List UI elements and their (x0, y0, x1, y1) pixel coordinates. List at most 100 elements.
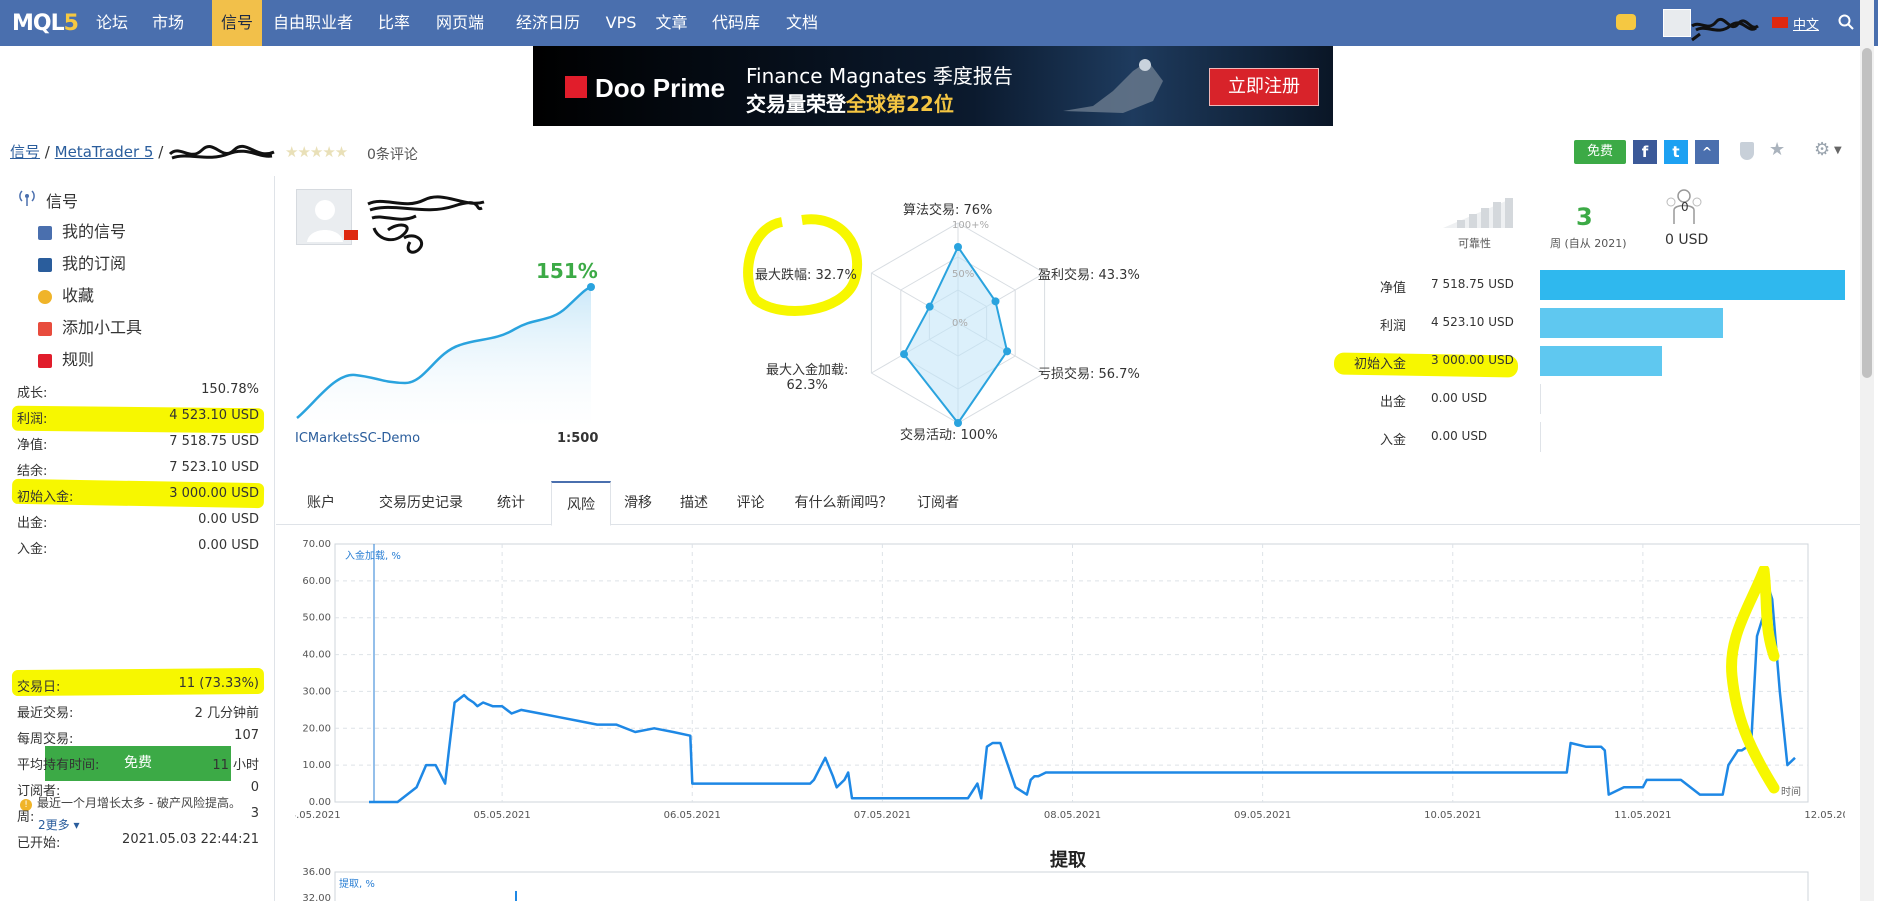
tab-4[interactable]: 滑移 (613, 481, 663, 525)
sidebar: 信号 我的信号我的订阅收藏添加小工具规则 成长: 150.78% 利润: 4 523.… (0, 176, 275, 901)
nav-item-3[interactable]: 自由职业者 (263, 0, 363, 46)
free-badge[interactable]: 免费 (1574, 140, 1626, 164)
sidebar-item-2[interactable]: 收藏 (38, 282, 94, 306)
stat-row: 利润: 4 523.10 USD (17, 406, 259, 427)
sidebar-item-3[interactable]: 添加小工具 (38, 314, 142, 338)
radar-ring-0: 0% (952, 318, 968, 329)
risk-chart-xtick: 07.05.2021 (854, 810, 911, 821)
runner-figure-icon (1063, 59, 1163, 113)
nav-item-9[interactable]: 代码库 (705, 0, 767, 46)
shield-icon[interactable] (1740, 142, 1754, 160)
tab-5[interactable]: 描述 (669, 481, 719, 525)
risk-chart-legend: 入金加载, % (345, 549, 401, 562)
mql5-logo[interactable]: MQL5 (12, 11, 79, 36)
nav-item-7[interactable]: VPS (601, 0, 641, 46)
weeks-label: 周 (自从 2021) (1550, 237, 1627, 250)
breadcrumb: 信号 / MetaTrader 5 / (10, 141, 278, 164)
stat-value: 0.00 USD (198, 512, 259, 527)
balance-key: 利润 (1379, 319, 1406, 334)
nav-item-8[interactable]: 文章 (649, 0, 694, 46)
banner-register-button[interactable]: 立即注册 (1209, 68, 1319, 106)
stat-value: 0 (250, 780, 259, 795)
sidebar-item-1[interactable]: 我的订阅 (38, 250, 126, 274)
reviews-count[interactable]: 0条评论 (367, 144, 418, 164)
nav-item-5[interactable]: 网页端 (425, 0, 495, 46)
stat-value: 11 小时 (212, 758, 259, 773)
stat-key: 初始入金: (17, 490, 74, 505)
rating-stars[interactable]: ★★★★★ (285, 143, 348, 161)
reliability-bars-icon (1443, 198, 1513, 228)
signal-antenna-icon (19, 190, 35, 206)
tab-2[interactable]: 统计 (486, 481, 536, 525)
risk-chart-xtick: 04.05.2021 (295, 810, 341, 821)
risk-chart-ytick: 50.00 (302, 613, 331, 624)
broker-server-link[interactable]: ICMarketsSC-Demo (295, 431, 420, 446)
twitter-icon[interactable]: t (1664, 140, 1688, 164)
search-icon[interactable] (1838, 14, 1854, 30)
stat-row: 订阅者: 0 (17, 778, 259, 799)
breadcrumb-mt5[interactable]: MetaTrader 5 (55, 143, 154, 161)
balance-value: 0.00 USD (1431, 391, 1488, 405)
risk-chart-xtick: 11.05.2021 (1614, 810, 1671, 821)
stat-key: 利润: (17, 412, 48, 427)
sidebar-item-0[interactable]: 我的信号 (38, 218, 126, 242)
chevron-down-icon[interactable]: ▼ (1834, 145, 1842, 156)
sidebar-item-label: 添加小工具 (62, 318, 143, 337)
notifications-icon[interactable] (1616, 14, 1636, 30)
stat-row: 结余: 7 523.10 USD (17, 458, 259, 479)
risk-chart-ytick: 0.00 (309, 797, 331, 808)
nav-item-0[interactable]: 论坛 (92, 0, 132, 46)
favorite-star-icon[interactable]: ★ (1769, 139, 1785, 160)
stat-row: 交易日: 11 (73.33%) (17, 674, 259, 695)
subscribers-count: 0 (1681, 200, 1689, 214)
stat-row: 最近交易: 2 几分钟前 (17, 700, 259, 721)
nav-item-10[interactable]: 文档 (780, 0, 824, 46)
balance-value: 7 518.75 USD (1431, 277, 1514, 291)
drawdown-chart: 36.00 32.00 提取, % (302, 867, 1809, 901)
drawdown-chart-legend: 提取, % (339, 878, 375, 890)
tab-6[interactable]: 评论 (723, 481, 778, 525)
stat-key: 入金: (17, 542, 48, 557)
stat-value: 2021.05.03 22:44:21 (122, 832, 259, 847)
stat-row: 成长: 150.78% (17, 380, 259, 401)
radar-point (1003, 347, 1012, 356)
radar-point (900, 350, 909, 359)
tab-3[interactable]: 风险 (551, 481, 611, 526)
nav-item-6[interactable]: 经济日历 (508, 0, 588, 46)
balance-bar (1540, 384, 1541, 414)
graduation-cap-icon[interactable]: ^ (1695, 140, 1719, 164)
tab-0[interactable]: 账户 (296, 481, 346, 525)
tab-8[interactable]: 订阅者 (908, 481, 968, 525)
balance-key: 净值 (1379, 281, 1406, 296)
page-scrollbar-thumb[interactable] (1862, 48, 1872, 378)
tab-1[interactable]: 交易历史记录 (366, 481, 476, 525)
sidebar-item-label: 我的信号 (62, 222, 127, 241)
bookmark-icon (38, 353, 52, 368)
breadcrumb-signals[interactable]: 信号 (10, 143, 40, 161)
sidebar-item-4[interactable]: 规则 (38, 346, 94, 370)
user-avatar[interactable] (1663, 9, 1691, 37)
ad-banner[interactable]: Doo Prime Finance Magnates 季度报告 交易量荣登全球第… (533, 46, 1333, 126)
stat-key: 已开始: (17, 836, 61, 851)
nav-item-4[interactable]: 比率 (374, 0, 414, 46)
radar-point (925, 302, 934, 311)
radar-label-profit: 盈利交易: 43.3% (1038, 268, 1140, 283)
nav-item-2[interactable]: 信号 (212, 0, 262, 46)
stat-row: 入金: 0.00 USD (17, 536, 259, 557)
radar-label-drawdown: 最大跌幅: 32.7% (755, 268, 857, 283)
stat-row: 初始入金: 3 000.00 USD (17, 484, 259, 505)
stat-row: 平均持有时间: 11 小时 (17, 752, 259, 773)
balance-key: 出金 (1379, 395, 1406, 410)
risk-radar-chart: 100+% 50% 0% (870, 220, 1046, 427)
tab-bar: 账户 交易历史记录 统计 风险 滑移 描述 评论 有什么新闻吗？ 订阅者 (276, 481, 1861, 526)
settings-gear-icon[interactable]: ⚙ (1814, 139, 1830, 160)
language-link[interactable]: 中文 (1793, 14, 1819, 33)
radar-point (954, 243, 962, 251)
radar-label-activity: 交易活动: 100% (900, 428, 998, 443)
stat-key: 最近交易: (17, 706, 74, 721)
facebook-icon[interactable]: f (1633, 140, 1657, 164)
tab-7[interactable]: 有什么新闻吗？ (786, 481, 901, 525)
stat-key: 平均持有时间: (17, 758, 100, 773)
nav-item-1[interactable]: 市场 (143, 0, 193, 46)
sidebar-title[interactable]: 信号 (46, 188, 78, 212)
